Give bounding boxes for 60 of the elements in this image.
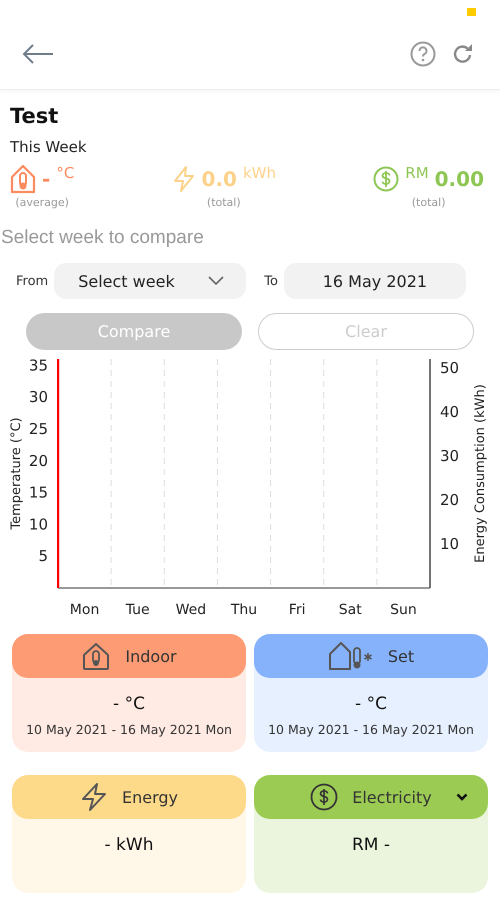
chevron-down-icon <box>208 276 224 286</box>
week-select[interactable]: Select week <box>54 263 246 299</box>
y-tick-label: 15 <box>28 484 48 502</box>
card-title: Energy <box>122 788 178 806</box>
card-title: Electricity <box>352 788 432 806</box>
y-tick-label: 30 <box>440 446 460 465</box>
y-tick-label: 25 <box>28 420 48 438</box>
date-range: 10 May 2021 - 16 May 2021 Mon <box>267 722 475 737</box>
house-thermometer-icon <box>10 164 36 194</box>
card-value: - kWh <box>104 835 154 855</box>
x-tick-label: Sun <box>390 602 417 618</box>
x-tick-label: Mon <box>70 602 100 618</box>
x-tick-label: Tue <box>126 602 150 618</box>
chevron-down-icon[interactable] <box>456 793 468 801</box>
card-title: Set <box>388 646 414 666</box>
y-tick-label: 10 <box>28 515 48 534</box>
y-tick-label: 20 <box>440 490 460 509</box>
battery-icon <box>467 8 476 16</box>
energy-unit: kWh <box>242 164 276 182</box>
y-tick-label: 40 <box>440 402 460 421</box>
y-axis-title: Temperature (°C) <box>9 417 24 530</box>
x-tick-label: Thu <box>230 602 258 618</box>
back-icon[interactable] <box>22 44 54 64</box>
x-tick-label: Fri <box>288 602 306 618</box>
temperature-value: - <box>42 167 50 191</box>
from-label: From <box>16 274 48 288</box>
house-thermometer-icon <box>328 640 374 672</box>
y-tick-label: 20 <box>28 452 48 470</box>
y-tick-label: 30 <box>28 388 48 406</box>
dollar-coin-icon <box>373 166 400 192</box>
compare-heading: Select week to compare <box>1 227 205 249</box>
y-tick-label: 50 <box>440 358 460 377</box>
help-icon[interactable] <box>410 40 436 66</box>
date-range: 10 May 2021 - 16 May 2021 Mon <box>25 722 233 737</box>
y-tick-label: 5 <box>38 547 48 566</box>
card-value: RM - <box>350 835 392 855</box>
card-value: - °C <box>354 694 388 714</box>
stat-caption: (average) <box>15 196 69 209</box>
x-tick-label: Sat <box>338 602 362 618</box>
lightning-icon <box>80 782 108 812</box>
temperature-unit: °C <box>56 164 74 182</box>
currency-unit: RM <box>405 164 429 182</box>
card-title: Indoor <box>125 646 177 666</box>
cost-value: 0.00 <box>434 167 484 191</box>
y-axis-title: Energy Consumption (kWh) <box>473 384 488 563</box>
page-title: Test <box>10 104 60 128</box>
period-label: This Week <box>10 138 88 156</box>
stat-caption: (total) <box>206 196 241 209</box>
y-tick-label: 35 <box>28 356 48 374</box>
y-tick-label: 10 <box>440 534 460 553</box>
to-label: To <box>264 274 278 288</box>
date-field[interactable]: 16 May 2021 <box>284 263 466 299</box>
x-tick-label: Wed <box>176 602 206 618</box>
energy-value: 0.0 <box>202 167 237 191</box>
refresh-icon[interactable] <box>452 42 474 64</box>
dollar-coin-icon <box>310 783 338 811</box>
stat-caption: (total) <box>412 196 446 209</box>
lightning-icon <box>172 165 196 193</box>
card-value: - °C <box>112 694 146 714</box>
house-thermometer-icon <box>81 641 112 671</box>
